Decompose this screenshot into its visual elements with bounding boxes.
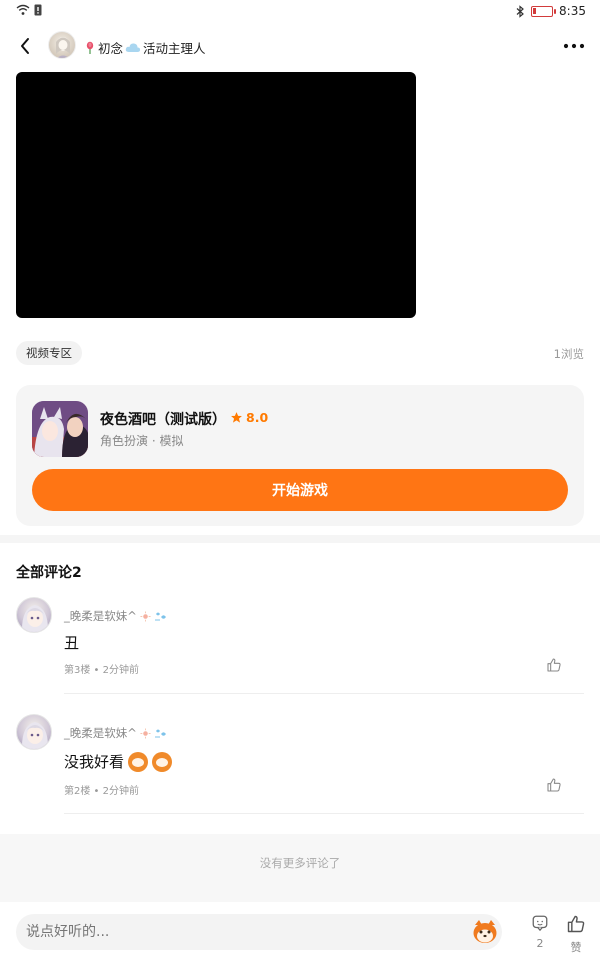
comment-meta: 第3楼 • 2分钟前 [64,665,139,676]
comment-meta: 第2楼 • 2分钟前 [64,786,139,797]
comment-text: 没我好看 [64,753,125,771]
comment-separator [64,693,584,694]
comment-count: 2 [536,937,544,950]
thumbs-up-icon[interactable] [546,777,562,793]
author-role: 活动主理人 [143,41,206,56]
flower-icon [86,41,94,54]
no-more-comments: 没有更多评论了 [0,834,600,902]
like-button[interactable]: 赞 [564,914,588,955]
back-arrow-icon[interactable] [14,34,38,58]
game-title: 夜色酒吧（测试版） [100,412,226,428]
commenter-name[interactable]: _晚柔是软妹^ [64,608,168,624]
comment-text: 丑 [64,634,80,652]
video-player[interactable] [16,72,416,318]
section-divider [0,535,600,543]
game-card[interactable]: 夜色酒吧（测试版） 8.0 角色扮演 · 模拟 开始游戏 [16,385,584,526]
rating-value: 8.0 [246,410,269,425]
star-icon [231,412,242,423]
like-label: 赞 [570,941,582,954]
post-header: 初念 活动主理人 [0,28,600,68]
start-game-button[interactable]: 开始游戏 [32,469,568,511]
view-count: 1浏览 [553,347,584,361]
commenter-name-text: _晚柔是软妹^ [64,609,137,623]
notification-icon [34,4,42,16]
comment-text-row: 没我好看 [64,751,173,772]
thumbs-up-icon[interactable] [546,657,562,673]
game-rating: 8.0 [230,410,268,425]
mascot-emoji-icon [128,751,149,772]
author-line[interactable]: 初念 活动主理人 [84,38,206,57]
comment-bubble-icon [532,915,548,932]
commenter-avatar[interactable] [16,714,52,750]
commenter-name[interactable]: _晚柔是软妹^ [64,725,168,741]
sun-icon [140,727,151,739]
sun-icon [140,610,151,622]
battery-icon [531,5,557,17]
bottom-bar: 2 赞 [0,902,600,960]
cloud-icon [125,43,141,52]
commenter-avatar[interactable] [16,597,52,633]
author-avatar[interactable] [48,31,76,59]
sweat-drops-icon [154,612,166,620]
more-options-icon[interactable] [562,36,586,56]
comment-count-button[interactable]: 2 [528,914,552,950]
bluetooth-icon [516,4,524,18]
comment-input[interactable] [16,914,502,950]
commenter-name-text: _晚柔是软妹^ [64,726,137,740]
sweat-drops-icon [154,729,166,737]
game-icon[interactable] [32,401,88,457]
status-time: 8:35 [559,4,586,18]
thumbs-up-icon [567,915,585,933]
video-zone-tag[interactable]: 视频专区 [16,341,82,365]
comments-title: 全部评论2 [16,565,82,581]
status-bar: 8:35 [0,0,600,24]
emoji-picker-icon[interactable] [472,919,498,945]
mascot-emoji-icon [152,751,173,772]
game-genre: 角色扮演 · 模拟 [100,434,184,448]
author-name: 初念 [98,41,124,56]
comment-separator [64,813,584,814]
wifi-icon [16,4,30,15]
